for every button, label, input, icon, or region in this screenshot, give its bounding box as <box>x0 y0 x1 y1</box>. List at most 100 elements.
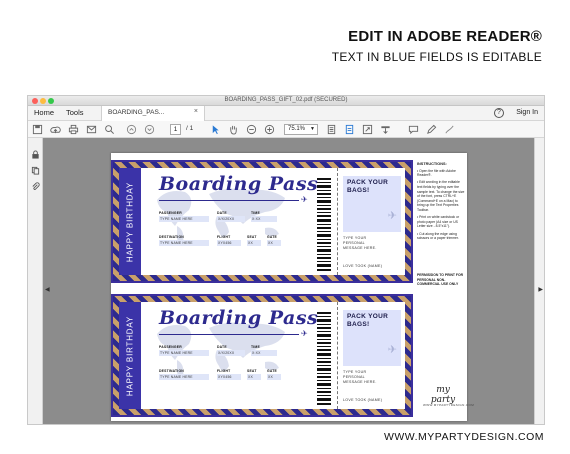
pack-text-line-2: BAGS! <box>347 321 370 328</box>
menu-home[interactable]: Home <box>34 108 54 117</box>
date-input[interactable]: X/X/20XX <box>217 216 245 222</box>
sign-in-link[interactable]: Sign In <box>516 109 538 116</box>
lock-icon[interactable] <box>31 146 40 159</box>
comment-icon[interactable] <box>408 124 419 135</box>
attachment-icon[interactable] <box>31 178 40 190</box>
pdf-page: HAPPY BIRTHDAY Boarding Pass ✈ PASSENGER… <box>111 153 474 421</box>
title-bar: BOARDING_PASS_GIFT_02.pdf (SECURED) <box>28 96 544 106</box>
page-number-input[interactable]: 1 <box>170 124 181 135</box>
pack-text-line-1: PACK YOUR <box>347 179 389 186</box>
upload-icon[interactable] <box>50 124 61 135</box>
document-tab-label: BOARDING_PAS... <box>108 109 165 116</box>
search-icon[interactable] <box>104 124 115 135</box>
airplane-icon: ✈ <box>301 195 308 204</box>
destination-field: DESTINATION TYPE NAME HERE <box>159 235 209 246</box>
flight-input[interactable]: XYX456 <box>217 240 241 246</box>
toolbar: 1 / 1 75.1% ▼ <box>28 121 544 138</box>
message-field[interactable]: TYPE YOUR PERSONAL MESSAGE HERE. <box>343 370 377 385</box>
gate-label: GATE <box>267 235 277 239</box>
time-input[interactable]: X:XX <box>251 350 277 356</box>
close-tab-icon[interactable]: × <box>194 108 198 115</box>
boarding-pass-title: Boarding Pass <box>159 307 319 329</box>
zoom-in-icon[interactable] <box>264 124 275 135</box>
fit-page-icon[interactable] <box>326 124 337 135</box>
barcode-image <box>317 312 331 405</box>
permission-note: PERMISSION TO PRINT FOR PERSONAL NON-COM… <box>417 273 464 287</box>
seat-input[interactable]: XX <box>247 374 261 380</box>
full-screen-icon[interactable] <box>362 124 373 135</box>
pdf-reader-window: BOARDING_PASS_GIFT_02.pdf (SECURED) Home… <box>27 95 545 425</box>
boarding-pass-ticket: HAPPY BIRTHDAY Boarding Pass ✈ PASSENGER… <box>111 294 413 417</box>
next-page-icon[interactable] <box>144 124 155 135</box>
flight-label: FLIGHT <box>217 235 231 239</box>
date-label: DATE <box>217 211 227 215</box>
document-tab[interactable]: BOARDING_PAS... × <box>101 106 205 121</box>
collapse-left-panel-icon[interactable]: ◀ <box>45 286 50 293</box>
read-mode-icon[interactable] <box>380 124 391 135</box>
website-url: WWW.MYPARTYDESIGN.COM <box>383 431 544 443</box>
date-label: DATE <box>217 345 227 349</box>
date-field: DATE X/X/20XX <box>217 211 245 222</box>
help-icon[interactable]: ? <box>494 108 504 118</box>
seat-input[interactable]: XX <box>247 240 261 246</box>
right-tools-panel: ▶ <box>534 138 544 424</box>
print-icon[interactable] <box>68 124 79 135</box>
band-text: HAPPY BIRTHDAY <box>125 315 135 396</box>
signature-field[interactable]: LOVE TOOK (NAME) <box>343 264 382 269</box>
side-band: HAPPY BIRTHDAY <box>119 302 141 409</box>
pack-text-line-2: BAGS! <box>347 187 370 194</box>
passenger-field: PASSENGER TYPE NAME HERE <box>159 345 209 356</box>
passenger-input[interactable]: TYPE NAME HERE <box>159 216 209 222</box>
time-label: TIME <box>251 345 260 349</box>
passenger-label: PASSENGER <box>159 211 182 215</box>
seat-field: SEAT XX <box>247 369 261 380</box>
flight-field: FLIGHT XYX456 <box>217 235 241 246</box>
time-field: TIME X:XX <box>251 211 277 222</box>
promo-subheading: TEXT IN BLUE FIELDS IS EDITABLE <box>331 50 542 64</box>
instruction-item: • Edit wording in the editable text fiel… <box>417 180 465 212</box>
passenger-input[interactable]: TYPE NAME HERE <box>159 350 209 356</box>
highlight-pen-icon[interactable] <box>426 124 437 135</box>
gate-label: GATE <box>267 369 277 373</box>
sign-pen-icon[interactable] <box>444 124 455 135</box>
menu-tools[interactable]: Tools <box>66 108 84 117</box>
pages-icon[interactable] <box>31 162 40 175</box>
time-input[interactable]: X:XX <box>251 216 277 222</box>
seat-label: SEAT <box>247 369 257 373</box>
scroll-mode-icon[interactable] <box>344 124 355 135</box>
pack-your-bags-box[interactable]: PACK YOUR BAGS! ✈ <box>343 176 401 232</box>
destination-input[interactable]: TYPE NAME HERE <box>159 374 209 380</box>
gate-input[interactable]: XX <box>267 240 281 246</box>
hand-tool-icon[interactable] <box>228 124 239 135</box>
destination-label: DESTINATION <box>159 369 184 373</box>
instruction-item: • Print on white cardstock or photo pape… <box>417 215 460 229</box>
pack-your-bags-box[interactable]: PACK YOUR BAGS! ✈ <box>343 310 401 366</box>
window-title: BOARDING_PASS_GIFT_02.pdf (SECURED) <box>224 97 348 103</box>
instruction-item: • Cut along the edge using scissors or a… <box>417 231 459 241</box>
gate-field: GATE XX <box>267 369 281 380</box>
date-field: DATE X/X/20XX <box>217 345 245 356</box>
email-icon[interactable] <box>86 124 97 135</box>
airplane-icon: ✈ <box>387 210 397 222</box>
message-field[interactable]: TYPE YOUR PERSONAL MESSAGE HERE. <box>343 236 377 251</box>
brand-logo: my party <box>430 385 456 405</box>
save-icon[interactable] <box>32 124 43 135</box>
select-cursor-icon[interactable] <box>210 124 221 135</box>
tear-line <box>337 168 338 275</box>
instruction-item: • Open the file with Adobe Reader®. <box>417 168 456 178</box>
date-input[interactable]: X/X/20XX <box>217 350 245 356</box>
destination-field: DESTINATION TYPE NAME HERE <box>159 369 209 380</box>
gate-input[interactable]: XX <box>267 374 281 380</box>
boarding-pass-title: Boarding Pass <box>159 173 319 195</box>
previous-page-icon[interactable] <box>126 124 137 135</box>
zoom-out-icon[interactable] <box>246 124 257 135</box>
zoom-level-select[interactable]: 75.1% ▼ <box>284 124 318 135</box>
expand-right-panel-icon[interactable]: ▶ <box>538 286 543 293</box>
destination-input[interactable]: TYPE NAME HERE <box>159 240 209 246</box>
zoom-level-value: 75.1% <box>288 126 306 132</box>
barcode-image <box>317 178 331 271</box>
flight-input[interactable]: XYX456 <box>217 374 241 380</box>
signature-field[interactable]: LOVE TOOK (NAME) <box>343 398 382 403</box>
tear-line <box>337 302 338 409</box>
message-line-3: MESSAGE HERE. <box>343 380 377 384</box>
